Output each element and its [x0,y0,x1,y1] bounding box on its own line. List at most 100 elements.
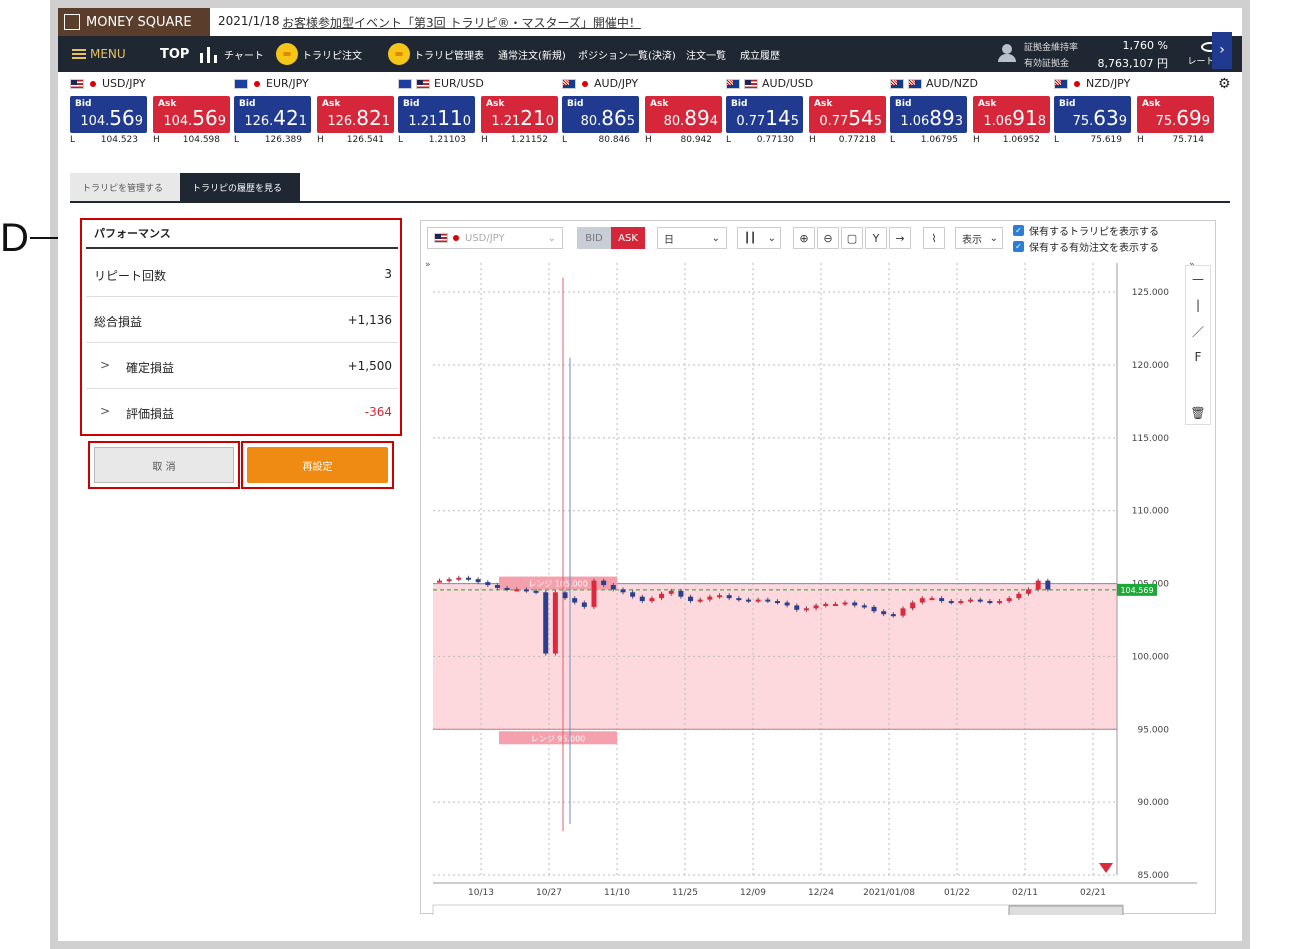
candle [485,582,491,586]
candle [948,601,954,604]
nav-orders[interactable]: 注文一覧 [686,36,726,72]
nav-traripi-manage-label: トラリピ管理表 [414,50,484,62]
x-tick-label: 10/13 [468,888,494,898]
bid-button[interactable]: Bid 1.21110 [398,96,475,133]
perf-value: +1,500 [347,359,392,373]
tab-history[interactable]: トラリピの履歴を見る [180,173,300,201]
nav-normal-order[interactable]: 通常注文(新規) [498,36,566,72]
chick-icon [388,43,410,65]
hamburger-icon [72,49,86,59]
show-orders-checkbox[interactable]: ✓ 保有する有効注文を表示する [1013,239,1159,254]
rate-pair[interactable]: USD/JPY Bid 104.569 Ask 104.569 L 104.523 H 1… [58,72,230,148]
pair-name: AUD/NZD [890,77,978,90]
pair-label: AUD/USD [762,77,814,90]
bid-button[interactable]: Bid 1.06893 [890,96,967,133]
candle [958,601,964,604]
nav-traripi-manage[interactable]: トラリピ管理表 [388,36,484,72]
ask-button[interactable]: Ask 104.569 [153,96,230,133]
top-link[interactable]: TOP [160,36,189,72]
bid-button[interactable]: Bid 80.865 [562,96,639,133]
indicator-icon[interactable]: ⌇ [923,227,945,249]
rate-pair[interactable]: EUR/USD Bid 1.21110 Ask 1.21210 L 1.21103 H 1… [386,72,558,148]
horizontal-line-icon[interactable]: — [1186,266,1210,292]
y-tick-label: 85.000 [1138,871,1170,881]
show-traripi-checkbox[interactable]: ✓ 保有するトラリピを表示する [1013,223,1159,238]
period-select[interactable]: 日 ⌄ [657,227,727,249]
ask-toggle[interactable]: ASK [611,227,645,249]
ask-button[interactable]: Ask 0.77545 [809,96,886,133]
flag-icon [908,78,922,89]
gear-icon[interactable]: ⚙ [1218,76,1231,92]
candle [919,598,925,603]
y-axis-icon[interactable]: Y [865,227,887,249]
reset-button[interactable]: 再設定 [247,447,388,483]
scroll-end-icon[interactable]: → [889,227,911,249]
nav-traripi-order[interactable]: トラリピ注文 [276,36,362,72]
x-tick-label: 11/10 [604,888,630,898]
tab-manage[interactable]: トラリピを管理する [70,173,180,201]
nav-chart[interactable]: チャート [198,36,264,72]
y-tick-label: 125.000 [1132,288,1169,298]
trend-line-icon[interactable]: ／ [1186,318,1210,344]
candle [852,602,858,606]
pair-select[interactable]: USD/JPY ⌄ [427,227,563,249]
perf-label: 評価損益 [126,407,175,421]
range-high-label: レンジ 105.000 [528,580,588,589]
ask-button[interactable]: Ask 126.821 [317,96,394,133]
bid-button[interactable]: Bid 75.639 [1054,96,1131,133]
menu-label: MENU [90,47,126,61]
price-chart[interactable]: 125.000120.000115.000110.000105.000100.0… [421,255,1217,915]
bid-ask-toggle: BID ASK [577,227,645,249]
nav-history[interactable]: 成立履歴 [740,36,780,72]
vertical-line-icon[interactable]: | [1186,292,1210,318]
rate-pair[interactable]: AUD/NZD Bid 1.06893 Ask 1.06918 L 1.06795 H 1… [878,72,1050,148]
low-value: 75.619 [1090,135,1123,145]
flag-icon [562,78,576,89]
bid-button[interactable]: Bid 0.77145 [726,96,803,133]
bid-button[interactable]: Bid 126.421 [234,96,311,133]
candle [475,579,481,583]
fit-icon[interactable]: ▢ [841,227,863,249]
bid-toggle[interactable]: BID [577,227,611,249]
zoom-in-icon[interactable]: ⊕ [793,227,815,249]
rate-pair[interactable]: EUR/JPY Bid 126.421 Ask 126.821 L 126.389 H 1… [222,72,394,148]
cancel-button[interactable]: 取 消 [94,447,234,483]
high-value: 1.06952 [1002,135,1040,145]
ask-button[interactable]: Ask 80.894 [645,96,722,133]
reset-highlight: 再設定 [241,441,394,489]
ask-button[interactable]: Ask 1.06918 [973,96,1050,133]
logo[interactable]: MONEY SQUARE [58,8,210,36]
ask-button[interactable]: Ask 1.21210 [481,96,558,133]
rates-next-button[interactable]: › [1212,32,1232,69]
candle [504,587,510,590]
perf-row-realized[interactable]: > 確定損益 +1,500 [86,343,398,389]
rate-pair[interactable]: NZD/JPY Bid 75.639 Ask 75.699 L 75.619 H 75.7… [1042,72,1214,148]
perf-value: 3 [384,267,392,281]
y-tick-label: 95.000 [1138,725,1170,735]
fibonacci-icon[interactable]: F [1186,344,1210,370]
bid-price: 0.77145 [736,106,799,130]
nav-positions[interactable]: ポジション一覧(決済) [578,36,676,72]
candle [726,595,732,599]
news-link[interactable]: お客様参加型イベント「第3回 トラリピ®・マスターズ」開催中！ [282,14,641,31]
chevron-down-icon: ⌄ [989,232,998,244]
candle [784,602,790,606]
ask-button[interactable]: Ask 75.699 [1137,96,1214,133]
candle [977,599,983,602]
chart-type-select[interactable]: ┃┃ ⌄ [737,227,781,249]
flag-icon [1054,78,1068,89]
trash-icon[interactable]: 🗑 [1186,400,1210,426]
zoom-out-icon[interactable]: ⊖ [817,227,839,249]
x-tick-label: 2021/01/08 [863,888,915,898]
candle [533,590,539,593]
candle [514,589,520,592]
rate-pair[interactable]: AUD/USD Bid 0.77145 Ask 0.77545 L 0.77130 H 0… [714,72,886,148]
display-select[interactable]: 表示 ⌄ [955,227,1003,249]
perf-row-unrealized[interactable]: > 評価損益 -364 [86,389,398,435]
check-icon: ✓ [1013,225,1024,236]
rate-pair[interactable]: AUD/JPY Bid 80.865 Ask 80.894 L 80.846 H 80.9… [550,72,722,148]
menu-button[interactable]: MENU [72,36,126,72]
bid-button[interactable]: Bid 104.569 [70,96,147,133]
candle [746,599,751,602]
bid-price: 1.21110 [408,106,471,130]
